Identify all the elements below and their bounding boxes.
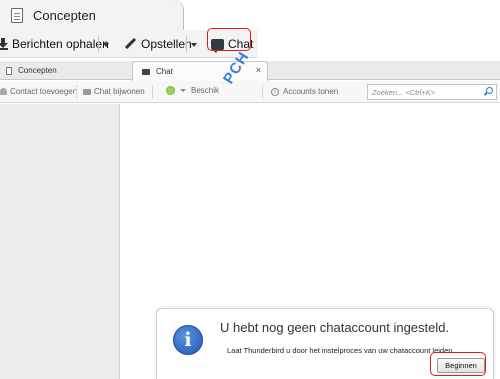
tab-concepten[interactable]: Concepten: [0, 61, 130, 80]
add-contact-button[interactable]: Contact toevoegen: [0, 87, 77, 96]
compose-label: Opstellen: [141, 37, 192, 51]
notification-body: Laat Thunderbird u door het instelproces…: [227, 346, 455, 355]
chat-highlight-box: [207, 28, 251, 51]
get-messages-dropdown-arrow[interactable]: [103, 43, 109, 47]
document-icon: [11, 7, 23, 23]
search-placeholder: Zoeken... <Ctrl+K>: [372, 88, 436, 97]
chat-icon: [142, 68, 150, 75]
top-tab-concepten[interactable]: Concepten: [0, 0, 184, 30]
document-icon: [6, 66, 12, 75]
show-accounts-label: Accounts tonen: [283, 87, 339, 96]
compose-button[interactable]: Opstellen: [124, 35, 192, 53]
show-accounts-button[interactable]: i Accounts tonen: [271, 87, 338, 96]
tab-label: Chat: [156, 67, 173, 76]
chevron-down-icon: [180, 89, 186, 92]
download-icon: [0, 38, 8, 50]
status-selector[interactable]: Beschikbaar: [166, 86, 219, 95]
top-tab-bar: Concepten: [0, 0, 500, 30]
toolbar-separator: [98, 36, 99, 52]
search-input[interactable]: Zoeken... <Ctrl+K>: [367, 84, 497, 100]
close-tab-icon[interactable]: ×: [256, 65, 261, 75]
pencil-icon: [124, 38, 136, 50]
begin-highlight-box: [430, 352, 486, 376]
status-available-icon: [166, 86, 175, 95]
compose-dropdown-arrow[interactable]: [191, 43, 197, 47]
add-contact-label: Contact toevoegen: [10, 87, 78, 96]
get-messages-label: Berichten ophalen: [12, 37, 109, 51]
status-label: Beschikbaar: [191, 86, 219, 95]
tab-bar: Concepten Chat ×: [0, 61, 500, 81]
toolbar-separator: [186, 36, 187, 52]
info-icon: i: [271, 87, 279, 96]
get-messages-button[interactable]: Berichten ophalen: [0, 35, 109, 53]
join-chat-button[interactable]: Chat bijwonen: [83, 87, 145, 96]
contacts-pane: [0, 104, 120, 379]
tab-label: Concepten: [18, 66, 57, 75]
chat-icon: [83, 88, 91, 95]
person-icon: [0, 88, 7, 95]
join-chat-label: Chat bijwonen: [94, 87, 145, 96]
search-icon[interactable]: [486, 87, 493, 94]
info-icon: i: [173, 325, 203, 355]
notification-title: U hebt nog geen chataccount ingesteld.: [220, 320, 450, 335]
top-tab-label: Concepten: [33, 7, 96, 23]
chat-toolbar: Contact toevoegen Chat bijwonen Beschikb…: [0, 81, 500, 103]
